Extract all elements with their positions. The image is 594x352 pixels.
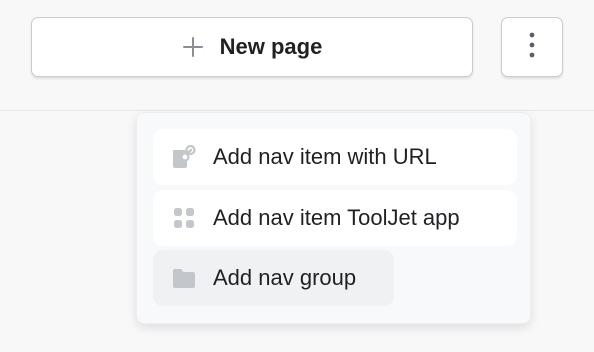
menu-item-label: Add nav item with URL [213,144,437,169]
menu-item-add-nav-group[interactable]: Add nav group [153,250,394,306]
vertical-ellipsis-icon [529,32,535,63]
link-icon [171,144,197,170]
menu-item-add-nav-tooljet-app[interactable]: Add nav item ToolJet app [153,190,517,246]
more-options-button[interactable] [501,17,563,77]
folder-icon [171,265,197,291]
plus-icon [182,36,204,58]
menu-item-label: Add nav item ToolJet app [213,205,460,230]
toolbar-divider [0,110,594,111]
add-nav-dropdown-menu: Add nav item with URL Add nav item ToolJ… [136,112,531,324]
apps-grid-icon [171,205,197,231]
new-page-label: New page [219,34,323,59]
new-page-button[interactable]: New page [31,17,473,77]
menu-item-add-nav-url[interactable]: Add nav item with URL [153,129,517,185]
menu-item-label: Add nav group [213,265,357,290]
